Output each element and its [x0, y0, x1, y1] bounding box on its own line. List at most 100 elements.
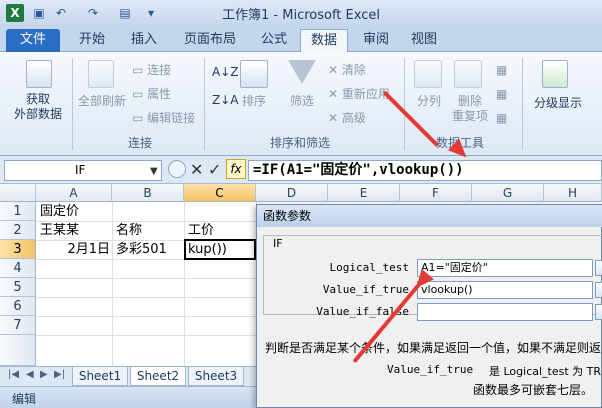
- dialog-title[interactable]: 函数参数: [257, 205, 602, 227]
- arg-label-value-if-false: Value_if_false: [316, 305, 409, 318]
- cell-b3[interactable]: 多彩501: [114, 240, 184, 259]
- expand-handle-icon[interactable]: [168, 160, 186, 178]
- filter-funnel-icon: [288, 60, 316, 84]
- group-separator: [522, 58, 523, 150]
- sheet-prev-icon[interactable]: ◀: [26, 369, 34, 380]
- column-header-f[interactable]: F: [400, 184, 472, 202]
- remove-duplicates-line1: 删除: [457, 94, 482, 108]
- value-if-false-input[interactable]: [417, 303, 593, 321]
- nesting-note: 函数最多可嵌套七层。: [473, 383, 594, 397]
- external-data-icon: [26, 60, 52, 88]
- remove-duplicates-button[interactable]: 删除 重复项: [448, 94, 492, 124]
- row-header-5[interactable]: 5: [0, 278, 36, 297]
- outline-icon: [542, 60, 568, 88]
- sheet-first-icon[interactable]: |◀: [8, 369, 19, 380]
- tab-formulas[interactable]: 公式: [254, 29, 294, 52]
- consolidate-icon[interactable]: ▦: [496, 86, 507, 102]
- cell-a1[interactable]: 固定价: [38, 202, 112, 221]
- window-title: 工作簿1 - Microsoft Excel: [222, 8, 380, 23]
- get-external-line2: 外部数据: [13, 107, 62, 121]
- collapse-dialog-icon[interactable]: [595, 304, 602, 320]
- refresh-all-button[interactable]: 全部刷新: [74, 94, 130, 109]
- cell-b2[interactable]: 名称: [114, 221, 184, 240]
- sort-az-icon[interactable]: A↓Z: [212, 64, 238, 80]
- title-bar: X ▣ ↶ ↷ ▤ ▾ 工作簿1 - Microsoft Excel: [0, 0, 602, 26]
- formula-bar: IF ▼ ✕ ✓ fx =IF(A1="固定价",vlookup()): [0, 156, 602, 184]
- data-validation-icon[interactable]: ▦: [496, 62, 507, 78]
- connections-button[interactable]: ▭ 连接: [132, 62, 171, 78]
- properties-button[interactable]: ▭ 属性: [132, 86, 171, 102]
- properties-label: 属性: [147, 87, 172, 101]
- cancel-icon[interactable]: ✕: [190, 160, 203, 179]
- remove-duplicates-icon: [454, 60, 482, 88]
- edit-links-label: 编辑链接: [147, 111, 196, 125]
- column-header-e[interactable]: E: [328, 184, 400, 202]
- collapse-dialog-icon[interactable]: [595, 260, 602, 276]
- group-separator: [72, 58, 73, 150]
- get-external-data-button[interactable]: 获取 外部数据: [6, 92, 70, 122]
- tab-review[interactable]: 审阅: [356, 29, 396, 52]
- value-if-true-input[interactable]: vlookup(): [417, 281, 593, 299]
- arg-label-value-if-true: Value_if_true: [322, 283, 409, 296]
- arg-label-logical-test: Logical_test: [329, 261, 409, 274]
- row-header-6[interactable]: 6: [0, 297, 36, 316]
- sheet-last-icon[interactable]: ▶|: [54, 369, 65, 380]
- row-header-2[interactable]: 2: [0, 221, 36, 240]
- edit-links-button[interactable]: ▭ 编辑链接: [132, 110, 195, 126]
- tab-page-layout[interactable]: 页面布局: [174, 29, 246, 52]
- gridline: [184, 202, 185, 366]
- ribbon: 获取 外部数据 全部刷新 ▭ 连接 ▭ 属性 ▭ 编辑链接 连接 A↓Z Z↓A…: [0, 52, 602, 156]
- tab-data[interactable]: 数据: [300, 29, 348, 53]
- row-header-1[interactable]: 1: [0, 202, 36, 221]
- tab-view[interactable]: 视图: [404, 29, 444, 52]
- outline-button[interactable]: 分级显示: [528, 96, 588, 111]
- sheet-next-icon[interactable]: ▶: [40, 369, 48, 380]
- column-header-g[interactable]: G: [472, 184, 544, 202]
- sort-icon: [240, 60, 268, 88]
- gridline: [112, 202, 113, 366]
- status-mode: 编辑: [12, 392, 37, 406]
- collapse-dialog-icon[interactable]: [595, 282, 602, 298]
- name-box-dropdown-icon[interactable]: ▼: [150, 166, 158, 177]
- reapply-button[interactable]: ✕ 重新应用: [328, 86, 390, 102]
- cell-c3-active[interactable]: kup()): [184, 239, 256, 260]
- connections-label: 连接: [147, 63, 172, 77]
- row-header-4[interactable]: 4: [0, 259, 36, 278]
- row-header-filler: [0, 335, 36, 366]
- select-all-corner[interactable]: [0, 184, 36, 202]
- tab-file[interactable]: 文件: [6, 29, 60, 52]
- advanced-button[interactable]: ✕ 高级: [328, 110, 366, 126]
- filter-button[interactable]: 筛选: [284, 94, 320, 109]
- clear-button[interactable]: ✕ 清除: [328, 62, 366, 78]
- argument-help-label: Value_if_true: [387, 363, 474, 376]
- group-separator: [204, 58, 205, 150]
- tab-insert[interactable]: 插入: [122, 29, 166, 52]
- function-description: 判断是否满足某个条件，如果满足返回一个值，如果不满足则返: [265, 341, 602, 355]
- enter-check-icon[interactable]: ✓: [208, 160, 221, 179]
- sort-button[interactable]: 排序: [236, 94, 272, 109]
- column-header-h[interactable]: H: [544, 184, 602, 202]
- what-if-icon[interactable]: ▦: [496, 110, 507, 126]
- insert-function-icon[interactable]: fx: [226, 159, 246, 179]
- sort-za-icon[interactable]: Z↓A: [212, 92, 238, 108]
- column-header-a[interactable]: A: [36, 184, 112, 202]
- formula-input[interactable]: =IF(A1="固定价",vlookup()): [248, 160, 602, 181]
- clear-label: 清除: [341, 63, 366, 77]
- cell-c2[interactable]: 工价: [186, 221, 256, 240]
- row-header-3[interactable]: 3: [0, 240, 36, 259]
- column-header-c[interactable]: C: [184, 184, 256, 202]
- name-box[interactable]: IF: [4, 160, 162, 181]
- advanced-label: 高级: [341, 111, 366, 125]
- text-to-columns-button[interactable]: 分列: [412, 94, 446, 109]
- column-header-d[interactable]: D: [256, 184, 328, 202]
- cell-a2[interactable]: 王某某: [38, 221, 112, 240]
- sheet-tab-sheet3[interactable]: Sheet3: [188, 367, 244, 386]
- tab-home[interactable]: 开始: [70, 29, 114, 52]
- logical-test-input[interactable]: A1="固定价": [417, 259, 593, 277]
- column-header-b[interactable]: B: [112, 184, 184, 202]
- sheet-tab-sheet2[interactable]: Sheet2: [130, 367, 186, 386]
- row-header-7[interactable]: 7: [0, 316, 36, 335]
- cell-a3[interactable]: 2月1日: [38, 240, 112, 259]
- sheet-tab-sheet1[interactable]: Sheet1: [72, 367, 128, 386]
- function-name: IF: [271, 237, 285, 250]
